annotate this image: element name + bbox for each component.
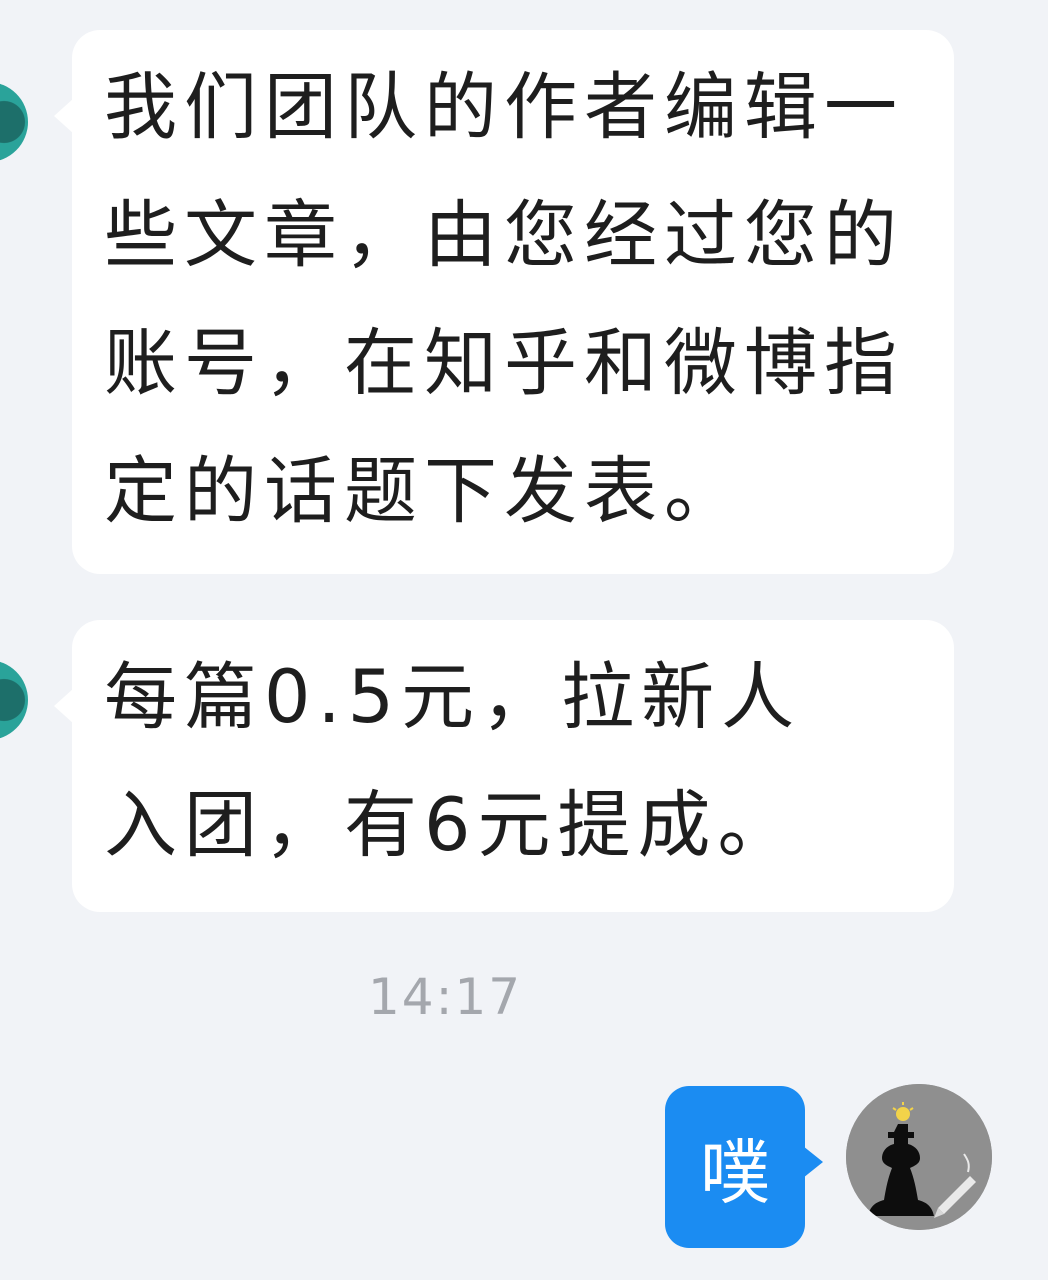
sender-avatar[interactable] bbox=[0, 660, 28, 740]
outgoing-message-bubble[interactable]: 噗 bbox=[665, 1086, 823, 1248]
sender-avatar[interactable] bbox=[0, 82, 28, 162]
incoming-message-bubble[interactable]: 我们团队的作者编辑一些文章，由您经过您的账号，在知乎和微博指定的话题下发表。 bbox=[54, 30, 954, 574]
message-text: 我们团队的作者编辑一些文章，由您经过您的账号，在知乎和微博指定的话题下发表。 bbox=[104, 65, 904, 534]
my-avatar[interactable] bbox=[846, 1084, 992, 1230]
incoming-message-bubble[interactable]: 每篇0.5元，拉新人入团，有6元提成。 bbox=[54, 620, 954, 912]
chat-view: 我们团队的作者编辑一些文章，由您经过您的账号，在知乎和微博指定的话题下发表。 每… bbox=[0, 0, 1048, 1280]
chess-piece-avatar-icon bbox=[846, 1084, 992, 1230]
message-timestamp: 14:17 bbox=[368, 968, 523, 1026]
message-text: 每篇0.5元，拉新人入团，有6元提成。 bbox=[104, 655, 802, 868]
message-text: 噗 bbox=[700, 1131, 770, 1214]
